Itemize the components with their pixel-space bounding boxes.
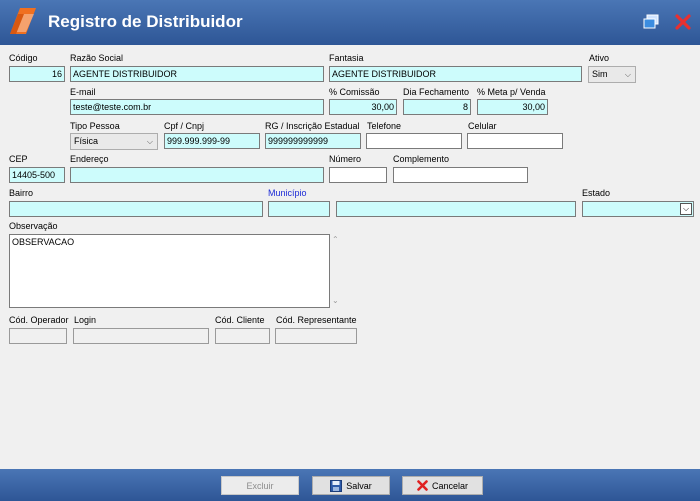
meta-venda-label: % Meta p/ Venda [477, 87, 546, 97]
numero-label: Número [329, 154, 362, 164]
save-icon [330, 479, 343, 492]
comissao-field[interactable]: 30,00 [329, 99, 397, 115]
cpf-cnpj-label: Cpf / Cnpj [164, 121, 205, 131]
chevron-down-icon: ⌵ [624, 70, 631, 79]
endereco-label: Endereço [70, 154, 109, 164]
observacao-label: Observação [9, 221, 58, 231]
codigo-label: Código [9, 53, 38, 63]
title-bar: Registro de Distribuidor [0, 0, 700, 45]
bairro-field[interactable] [9, 201, 263, 217]
app-logo-icon [10, 8, 36, 34]
complemento-field[interactable] [393, 167, 528, 183]
cod-representante-label: Cód. Representante [276, 315, 357, 325]
tipo-pessoa-label: Tipo Pessoa [70, 121, 120, 131]
rg-inscricao-label: RG / Inscrição Estadual [265, 121, 360, 131]
celular-label: Celular [468, 121, 497, 131]
cancelar-button[interactable]: Cancelar [402, 476, 483, 495]
ativo-label: Ativo [589, 53, 610, 63]
ativo-select[interactable]: Sim ⌵ [588, 66, 636, 83]
numero-field[interactable] [329, 167, 387, 183]
dia-fechamento-label: Dia Fechamento [403, 87, 470, 97]
cod-representante-field[interactable] [275, 328, 357, 344]
excluir-button[interactable]: Excluir [221, 476, 299, 495]
complemento-label: Complemento [393, 154, 450, 164]
razao-social-label: Razão Social [70, 53, 124, 63]
tipo-pessoa-value: Física [74, 136, 99, 146]
cod-operador-field[interactable] [9, 328, 67, 344]
email-label: E-mail [70, 87, 96, 97]
rg-inscricao-field[interactable]: 999999999999 [265, 133, 361, 149]
cancel-icon [417, 480, 428, 491]
fantasia-field[interactable]: AGENTE DISTRIBUIDOR [329, 66, 582, 82]
login-label: Login [74, 315, 97, 325]
meta-venda-field[interactable]: 30,00 [477, 99, 548, 115]
municipio-code-field[interactable] [268, 201, 330, 217]
cod-cliente-field[interactable] [215, 328, 270, 344]
window-title: Registro de Distribuidor [48, 12, 243, 31]
bairro-label: Bairro [9, 188, 34, 198]
chevron-down-icon: ⌵ [146, 137, 153, 146]
chevron-down-icon[interactable]: ⌵ [680, 203, 692, 215]
codigo-field[interactable]: 16 [9, 66, 65, 82]
salvar-button[interactable]: Salvar [312, 476, 390, 495]
municipio-name-field[interactable] [336, 201, 576, 217]
scroll-down-icon[interactable]: ⌄ [332, 296, 339, 305]
dia-fechamento-field[interactable]: 8 [403, 99, 471, 115]
razao-social-field[interactable]: AGENTE DISTRIBUIDOR [70, 66, 324, 82]
comissao-label: % Comissão [329, 87, 380, 97]
celular-field[interactable] [467, 133, 563, 149]
endereco-field[interactable] [70, 167, 324, 183]
telefone-field[interactable] [366, 133, 462, 149]
cep-field[interactable]: 14405-500 [9, 167, 65, 183]
cod-operador-label: Cód. Operador [9, 315, 69, 325]
estado-select[interactable]: ⌵ [582, 201, 694, 217]
salvar-label: Salvar [346, 480, 372, 491]
cancelar-label: Cancelar [431, 480, 469, 491]
excluir-label: Excluir [246, 480, 274, 491]
fantasia-label: Fantasia [329, 53, 364, 63]
estado-label: Estado [582, 188, 611, 198]
telefone-label: Telefone [367, 121, 402, 131]
municipio-link[interactable]: Município [268, 188, 307, 198]
cep-label: CEP [9, 154, 28, 164]
observacao-textarea[interactable]: OBSERVACAO [9, 234, 330, 308]
tipo-pessoa-select[interactable]: Física ⌵ [70, 133, 158, 150]
footer-bar: Excluir Salvar Cancelar [0, 469, 700, 501]
login-field[interactable] [73, 328, 209, 344]
email-field[interactable]: teste@teste.com.br [70, 99, 324, 115]
ativo-value: Sim [592, 69, 608, 79]
close-icon[interactable] [675, 14, 691, 30]
cpf-cnpj-field[interactable]: 999.999.999-99 [164, 133, 260, 149]
restore-icon[interactable] [643, 14, 659, 30]
cod-cliente-label: Cód. Cliente [215, 315, 265, 325]
scroll-up-icon[interactable]: ⌃ [332, 235, 339, 244]
